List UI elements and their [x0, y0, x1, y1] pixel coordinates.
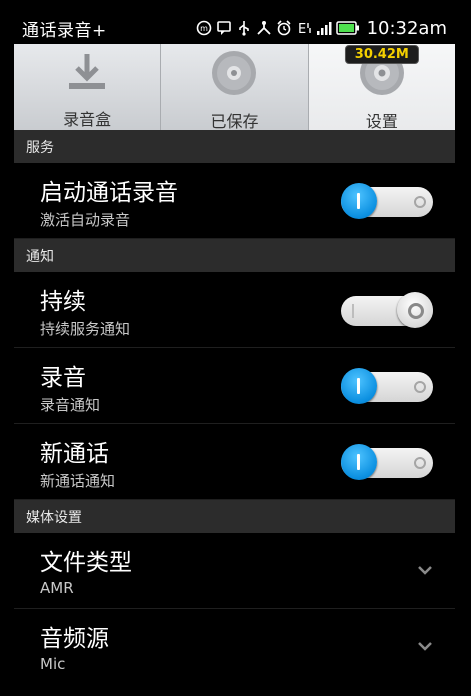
alarm-icon [276, 19, 293, 37]
chat-icon [216, 19, 233, 37]
setting-subtitle: 录音通知 [40, 396, 101, 414]
disc-icon [210, 50, 258, 96]
setting-title: 持续 [40, 289, 86, 315]
chevron-down-icon[interactable] [417, 561, 433, 580]
section-header-media: 媒体设置 [14, 500, 455, 533]
setting-subtitle: 激活自动录音 [40, 211, 131, 229]
tab-bar: 录音盒 已保存 设置 30.42M [14, 44, 455, 131]
setting-title: 启动通话录音 [40, 180, 178, 206]
setting-audio-source[interactable]: 音频源 Mic [14, 609, 455, 684]
toggle-knob [341, 368, 377, 404]
setting-recording-notification[interactable]: 录音 录音通知 [14, 348, 455, 424]
storage-badge: 30.42M [344, 45, 419, 64]
tab-settings[interactable]: 设置 30.42M [308, 44, 455, 131]
setting-auto-record[interactable]: 启动通话录音 激活自动录音 [14, 163, 455, 239]
auto-record-toggle[interactable] [341, 183, 433, 219]
recording-notification-toggle[interactable] [341, 368, 433, 404]
usb-icon [236, 19, 253, 37]
toggle-off-mark [414, 196, 426, 208]
setting-title: 文件类型 [40, 550, 132, 576]
settings-list: 服务 启动通话录音 激活自动录音 通知 持续 持续服务通知 录音 录音通知 新通… [14, 130, 455, 684]
toggle-on-mark [352, 304, 354, 318]
setting-value: Mic [40, 655, 66, 673]
battery-icon [335, 19, 360, 37]
clock: 10:32am [366, 17, 447, 39]
toggle-knob [397, 292, 433, 328]
persistent-notification-toggle[interactable] [341, 292, 433, 328]
status-bar: 通话录音+ m E 10:32am [14, 12, 455, 44]
svg-text:E: E [298, 22, 306, 36]
setting-subtitle: 新通话通知 [40, 472, 116, 490]
tab-saved[interactable]: 已保存 [161, 44, 309, 131]
chevron-down-icon[interactable] [417, 637, 433, 656]
setting-new-call-notification[interactable]: 新通话 新通话通知 [14, 424, 455, 500]
section-header-service: 服务 [14, 130, 455, 163]
toggle-off-mark [414, 381, 426, 393]
setting-title: 音频源 [40, 626, 109, 652]
e-data-icon: E [296, 19, 313, 37]
network-share-icon [256, 19, 273, 37]
signal-icon [316, 19, 333, 37]
tab-recording-box[interactable]: 录音盒 [14, 44, 162, 130]
status-icons: m E 10:32am [196, 18, 447, 39]
phone-screen: 通话录音+ m E 10:32am 录音盒 已保存 设置 30.42M 服务 启… [14, 12, 455, 684]
notification-icon: m [196, 19, 213, 37]
setting-title: 新通话 [40, 441, 109, 467]
toggle-knob [341, 444, 377, 480]
section-header-notification: 通知 [14, 239, 455, 272]
tab-label: 已保存 [210, 112, 259, 131]
toggle-off-mark [414, 457, 426, 469]
app-title: 通话录音+ [22, 20, 107, 41]
svg-text:m: m [200, 24, 208, 33]
tab-label: 录音盒 [63, 110, 112, 129]
setting-value: AMR [40, 579, 74, 597]
toggle-knob [341, 183, 377, 219]
setting-title: 录音 [40, 365, 86, 391]
setting-file-type[interactable]: 文件类型 AMR [14, 533, 455, 609]
download-tray-icon [63, 50, 111, 94]
new-call-notification-toggle[interactable] [341, 444, 433, 480]
setting-subtitle: 持续服务通知 [40, 320, 131, 338]
setting-persistent-notification[interactable]: 持续 持续服务通知 [14, 272, 455, 348]
tab-label: 设置 [365, 112, 398, 131]
